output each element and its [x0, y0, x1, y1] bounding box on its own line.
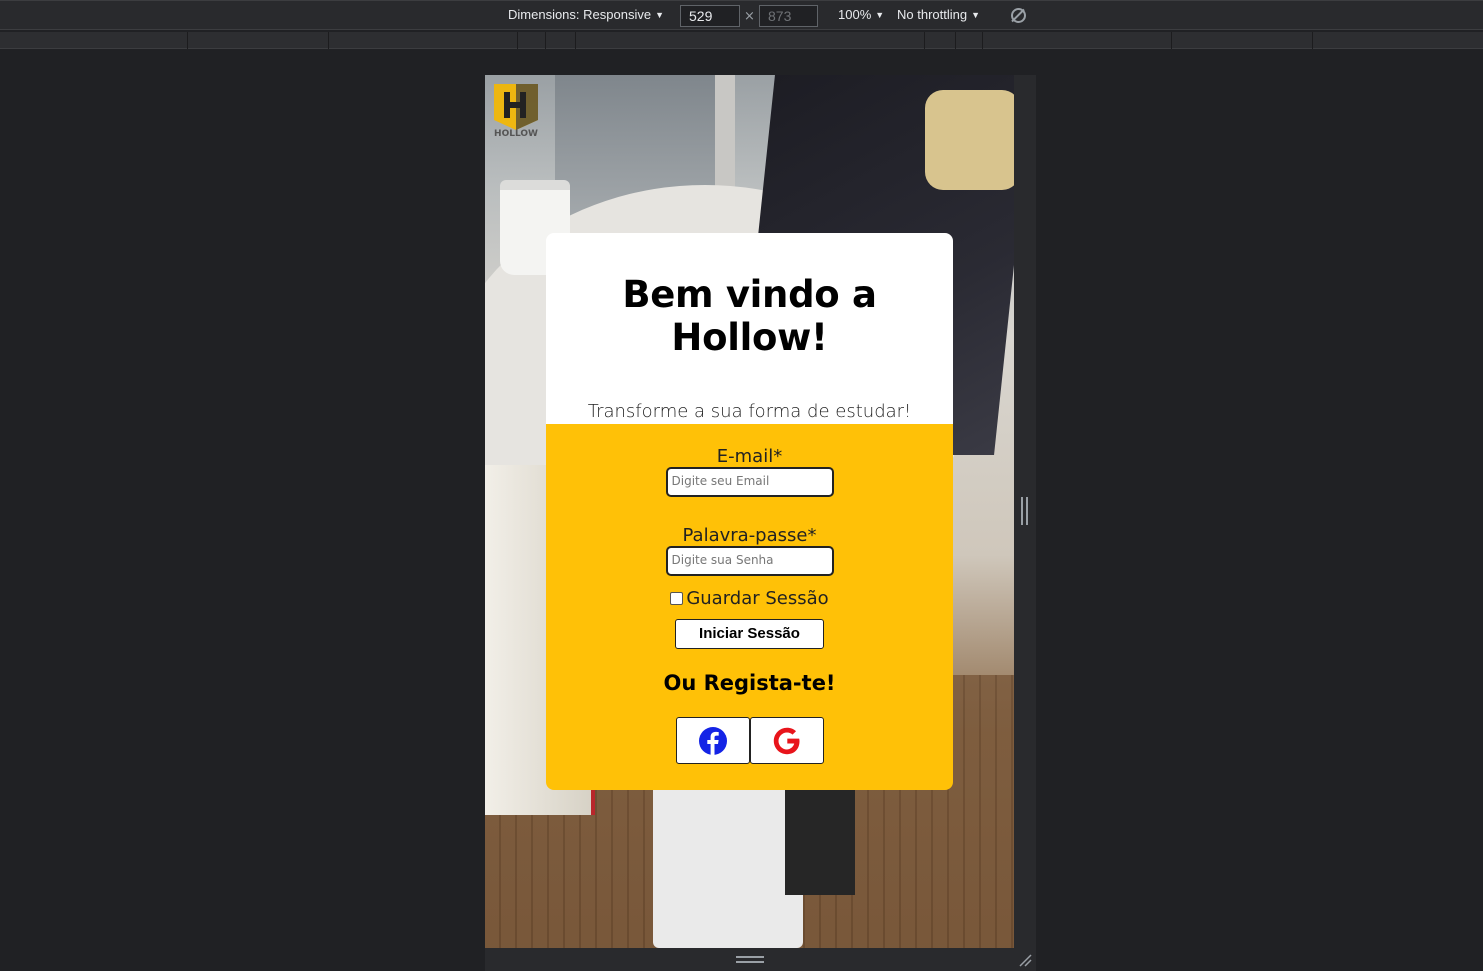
rotate-icon[interactable]	[1011, 8, 1026, 23]
media-query-ruler[interactable]	[0, 32, 1483, 49]
password-label: Palavra-passe*	[682, 525, 817, 546]
email-label: E-mail*	[716, 446, 783, 467]
facebook-icon	[698, 726, 727, 755]
register-heading: Ou Regista-te!	[663, 671, 836, 695]
times-symbol: ×	[744, 9, 755, 24]
page-title: Bem vindo a Hollow!	[622, 273, 877, 359]
zoom-dropdown[interactable]: 100% ▼	[838, 7, 884, 22]
devtools-device-toolbar: Dimensions: Responsive ▼ 529 × 873 100% ▼ …	[0, 0, 1483, 30]
login-button[interactable]: Iniciar Sessão	[675, 619, 824, 649]
page-subtitle: Transforme a sua forma de estudar!	[587, 401, 912, 422]
google-icon	[773, 727, 799, 754]
remember-checkbox[interactable]	[670, 592, 684, 605]
height-input[interactable]: 873	[759, 5, 818, 27]
throttling-dropdown[interactable]: No throttling ▼	[897, 7, 980, 22]
social-login-row	[546, 717, 953, 764]
throttling-label: No throttling	[897, 7, 968, 22]
resize-handle-bottom[interactable]	[736, 956, 764, 963]
password-field[interactable]: Digite sua Senha	[665, 546, 834, 576]
login-card: Bem vindo a Hollow! Transforme a sua for…	[546, 233, 953, 790]
email-field[interactable]: Digite seu Email	[665, 467, 834, 497]
logo-text: HOLLOW	[494, 129, 538, 138]
login-form: E-mail* Digite seu Email Palavra-passe* …	[546, 424, 953, 790]
dimensions-label: Dimensions: Responsive	[508, 7, 652, 22]
hollow-logo[interactable]: HOLLOW	[490, 80, 542, 138]
chevron-down-icon: ▼	[971, 10, 981, 20]
google-login-button[interactable]	[749, 717, 824, 764]
chevron-down-icon: ▼	[875, 10, 885, 20]
resize-corner-icon[interactable]	[1017, 952, 1033, 968]
dimensions-dropdown[interactable]: Dimensions: Responsive ▼	[508, 7, 664, 22]
width-input[interactable]: 529	[680, 5, 740, 27]
card-header: Bem vindo a Hollow! Transforme a sua for…	[546, 233, 953, 424]
chevron-down-icon: ▼	[655, 10, 664, 20]
zoom-label: 100%	[838, 7, 872, 22]
facebook-login-button[interactable]	[675, 717, 750, 764]
remember-row: Guardar Sessão	[546, 588, 953, 609]
device-viewport: HOLLOW Bem vindo a Hollow! Transforme a …	[485, 75, 1014, 948]
resize-handle-right[interactable]	[1021, 497, 1028, 525]
remember-label[interactable]: Guardar Sessão	[686, 588, 828, 609]
